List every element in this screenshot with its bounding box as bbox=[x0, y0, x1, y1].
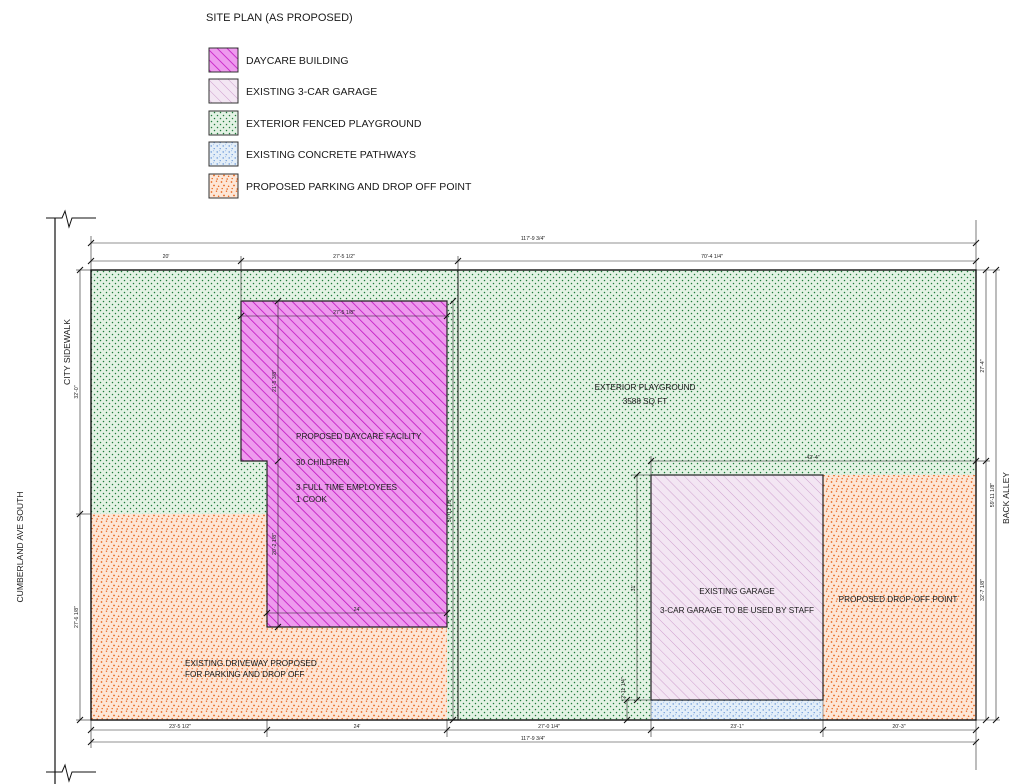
dim-bottom-e: 20'-3" bbox=[892, 724, 905, 730]
driveway-label-line1: EXISTING DRIVEWAY PROPOSED bbox=[185, 659, 317, 668]
dim-building-bottom: 24' bbox=[354, 607, 361, 613]
legend-swatch-playground bbox=[208, 110, 239, 136]
dim-right-lower: 32'-7 1/8" bbox=[980, 579, 986, 601]
dim-garage-top: 42'-4" bbox=[806, 455, 819, 461]
playground-label: EXTERIOR PLAYGROUND bbox=[595, 383, 696, 392]
dim-top-b: 27'-5 1/2" bbox=[333, 254, 355, 260]
legend: DAYCARE BUILDING EXISTING 3-CAR GARAGE E… bbox=[208, 47, 472, 199]
dim-top-c: 70'-4 1/4" bbox=[701, 254, 723, 260]
dim-top-total: 117'-9 3/4" bbox=[521, 236, 546, 242]
dim-bottom-a: 23'-5 1/2" bbox=[169, 724, 191, 730]
driveway-label-line2: FOR PARKING AND DROP OFF bbox=[185, 670, 304, 679]
garage-label: EXISTING GARAGE bbox=[699, 587, 775, 596]
legend-label-parking: PROPOSED PARKING AND DROP OFF POINT bbox=[246, 181, 472, 193]
dim-bottom-c: 27'-0 1/4" bbox=[538, 724, 560, 730]
street-line bbox=[46, 209, 96, 784]
dim-building-top: 27'-5 1/8" bbox=[333, 310, 355, 316]
legend-label-pathway: EXISTING CONCRETE PATHWAYS bbox=[246, 149, 416, 161]
dim-building-right: 50'-11 1/8" bbox=[447, 498, 453, 523]
street-label-back-alley: BACK ALLEY bbox=[1001, 472, 1011, 524]
legend-swatch-daycare bbox=[208, 47, 239, 73]
daycare-children-label: 30 CHILDREN bbox=[296, 458, 349, 467]
daycare-cook-label: 1 COOK bbox=[296, 495, 327, 504]
dim-bottom-total: 117'-9 3/4" bbox=[521, 736, 546, 742]
daycare-employees-label: 3 FULL TIME EMPLOYEES bbox=[296, 483, 398, 492]
playground-size-label: 3588 SQ FT bbox=[623, 397, 668, 406]
legend-label-playground: EXTERIOR FENCED PLAYGROUND bbox=[246, 118, 422, 130]
street-label-sidewalk: CITY SIDEWALK bbox=[62, 319, 72, 385]
dim-bottom-d: 23'-1" bbox=[730, 724, 743, 730]
dropoff-label: PROPOSED DROP-OFF POINT bbox=[839, 595, 958, 604]
daycare-label: PROPOSED DAYCARE FACILITY bbox=[296, 432, 422, 441]
street-label-cumberland: CUMBERLAND AVE SOUTH bbox=[15, 491, 25, 602]
dim-top-a: 20' bbox=[163, 254, 170, 260]
legend-label-garage: EXISTING 3-CAR GARAGE bbox=[246, 86, 377, 98]
dim-garage-left: 31' bbox=[631, 585, 637, 592]
legend-swatch-pathway bbox=[208, 141, 239, 167]
legend-label-daycare: DAYCARE BUILDING bbox=[246, 55, 349, 67]
concrete-pathway bbox=[650, 699, 824, 721]
dim-left-lower: 27'-6 1/8" bbox=[74, 606, 80, 628]
legend-swatch-garage bbox=[208, 78, 239, 104]
garage-note-label: 3-CAR GARAGE TO BE USED BY STAFF bbox=[660, 606, 814, 615]
dim-building-left-lower: 20'-2 1/8" bbox=[272, 533, 278, 555]
dim-left-upper: 32'-0" bbox=[74, 385, 80, 398]
site-plan-drawing: SITE PLAN (AS PROPOSED) DAYCARE BUILDING… bbox=[15, 12, 1011, 784]
dim-right-total: 59'-11 1/8" bbox=[990, 483, 996, 508]
dim-building-left-upper: 21'-5 3/8" bbox=[272, 370, 278, 392]
site-areas bbox=[90, 269, 977, 721]
plan-title: SITE PLAN (AS PROPOSED) bbox=[206, 12, 353, 24]
dim-bottom-b: 24' bbox=[354, 724, 361, 730]
dim-garage-pathway: 2'-11 1/4" bbox=[621, 677, 627, 699]
dim-right-upper: 27'-4" bbox=[980, 359, 986, 372]
legend-swatch-parking bbox=[208, 173, 239, 199]
